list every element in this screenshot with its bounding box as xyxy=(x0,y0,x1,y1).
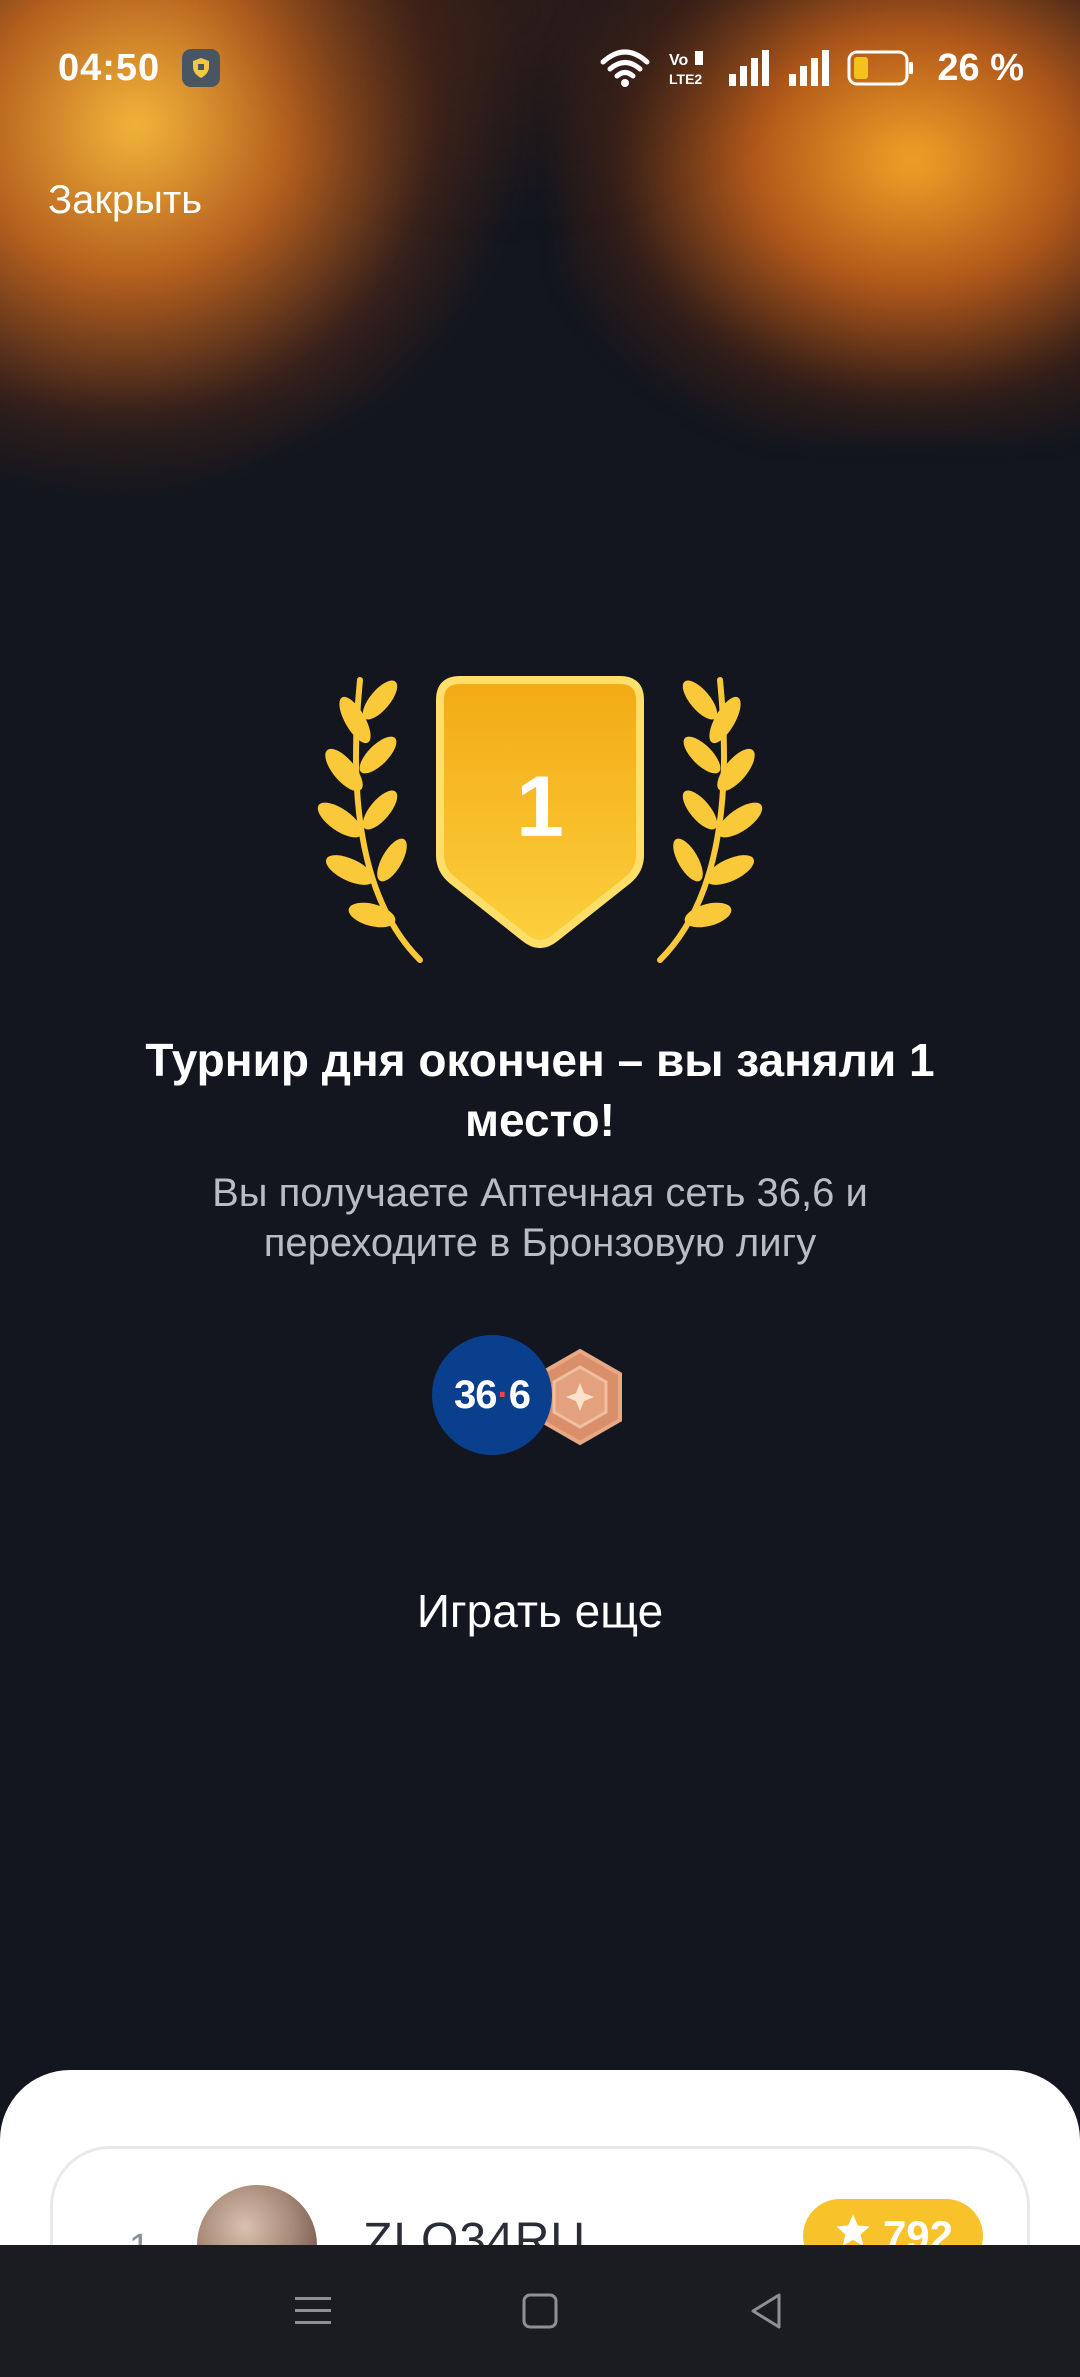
wifi-icon xyxy=(599,48,651,88)
status-bar: 04:50 Vo LTE2 26 % xyxy=(0,0,1080,136)
result-title: Турнир дня окончен – вы заняли 1 место! xyxy=(145,1034,935,1146)
svg-text:LTE2: LTE2 xyxy=(669,71,702,87)
home-icon[interactable] xyxy=(500,2271,580,2351)
pharmacy-logo-left: 36 xyxy=(453,1372,497,1417)
left-laurel-icon xyxy=(317,677,423,963)
pharmacy-logo: 36 · 6 xyxy=(432,1335,552,1455)
right-laurel-icon xyxy=(657,677,763,963)
close-button[interactable]: Закрыть xyxy=(48,178,202,223)
pharmacy-logo-dot: · xyxy=(497,1375,508,1414)
volte-icon: Vo LTE2 xyxy=(667,48,711,88)
result-subtitle: Вы получаете Аптечная сеть 36,6 и перехо… xyxy=(212,1171,868,1265)
screen: 04:50 Vo LTE2 26 % Закрыть 1 Турнир дня … xyxy=(0,0,1080,2377)
battery-icon xyxy=(847,48,915,88)
play-again-button[interactable]: Играть еще xyxy=(340,1584,740,1638)
first-place-trophy: 1 xyxy=(300,660,780,980)
back-icon[interactable] xyxy=(727,2271,807,2351)
signal-icon xyxy=(727,48,771,88)
menu-icon[interactable] xyxy=(273,2271,353,2351)
rewards: 36 · 6 xyxy=(432,1335,632,1459)
place-number: 1 xyxy=(516,759,564,855)
shield-notification-icon xyxy=(182,49,221,87)
system-nav-bar xyxy=(0,2245,1080,2377)
svg-text:Vo: Vo xyxy=(669,52,688,69)
signal-icon-2 xyxy=(787,48,831,88)
battery-percent: 26 % xyxy=(937,46,1024,89)
status-time: 04:50 xyxy=(58,46,161,89)
pharmacy-logo-right: 6 xyxy=(508,1372,531,1417)
